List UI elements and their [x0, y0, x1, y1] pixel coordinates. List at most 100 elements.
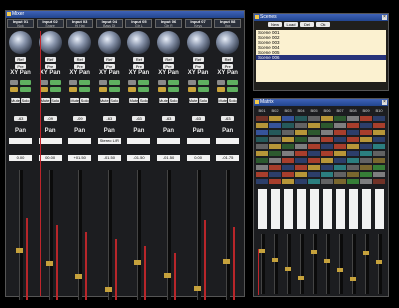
gain-knob[interactable]	[157, 31, 180, 54]
route-button[interactable]	[321, 158, 333, 163]
route-button[interactable]	[347, 151, 359, 156]
value-field[interactable]: -63	[162, 116, 175, 121]
route-button[interactable]	[347, 116, 359, 121]
route-button[interactable]	[256, 179, 268, 184]
arm-button[interactable]	[10, 87, 18, 92]
gain-knob[interactable]	[97, 31, 121, 54]
route-button[interactable]	[308, 172, 320, 177]
solo-button[interactable]	[20, 80, 31, 85]
bus-name-strip[interactable]	[310, 189, 319, 229]
route-button[interactable]	[282, 172, 294, 177]
arm-button[interactable]	[128, 87, 137, 92]
monitor-button[interactable]	[20, 87, 31, 92]
route-button[interactable]	[282, 130, 294, 135]
route-button[interactable]	[347, 130, 359, 135]
route-button[interactable]	[334, 130, 346, 135]
mode-field[interactable]: Stereo L/R	[97, 138, 121, 144]
route-button[interactable]	[334, 123, 346, 128]
bus-fader-handle[interactable]	[324, 259, 330, 263]
bus-fader-track[interactable]	[378, 234, 382, 294]
route-button[interactable]	[347, 144, 359, 149]
route-button[interactable]	[334, 165, 346, 170]
route-button[interactable]	[373, 137, 385, 142]
route-button[interactable]	[373, 158, 385, 163]
route-button[interactable]	[308, 144, 320, 149]
monitor-button[interactable]	[108, 87, 120, 92]
solo-button[interactable]	[49, 80, 61, 85]
channel-header[interactable]: Input 01 Kick	[7, 19, 34, 28]
fader-handle[interactable]	[75, 274, 83, 279]
solo-button[interactable]	[168, 80, 179, 85]
route-button[interactable]	[321, 116, 333, 121]
mode-field[interactable]	[186, 138, 210, 144]
mute-button[interactable]	[187, 80, 196, 85]
route-button[interactable]	[373, 179, 385, 184]
pre-button[interactable]: Pre	[44, 64, 56, 69]
bus-fader-handle[interactable]	[259, 249, 265, 253]
route-button[interactable]	[360, 130, 372, 135]
route-button[interactable]	[295, 116, 307, 121]
route-button[interactable]	[360, 116, 372, 121]
bus-fader-track[interactable]	[287, 234, 291, 294]
mode-field[interactable]	[216, 138, 240, 144]
route-button[interactable]	[347, 158, 359, 163]
mute-toggle[interactable]: Mute	[188, 98, 198, 103]
bus-fader-handle[interactable]	[376, 260, 382, 264]
mute-button[interactable]	[128, 80, 137, 85]
bus-name-strip[interactable]	[375, 189, 384, 229]
fader-track[interactable]	[19, 170, 23, 300]
route-button[interactable]	[321, 151, 333, 156]
route-button[interactable]	[269, 116, 281, 121]
route-button[interactable]	[269, 172, 281, 177]
bus-fader-track[interactable]	[261, 234, 265, 294]
ref-button[interactable]: Ref	[133, 57, 145, 62]
route-button[interactable]	[269, 179, 281, 184]
bus-name-strip[interactable]	[336, 189, 345, 229]
mute-button[interactable]	[69, 80, 78, 85]
route-button[interactable]	[269, 144, 281, 149]
route-button[interactable]	[321, 130, 333, 135]
pre-button[interactable]: Pre	[192, 64, 204, 69]
solo-toggle[interactable]: Solo	[80, 98, 90, 103]
value-field[interactable]: -09	[43, 116, 57, 121]
route-button[interactable]	[308, 123, 320, 128]
route-button[interactable]	[269, 158, 281, 163]
solo-button[interactable]	[138, 80, 150, 85]
bus-name-strip[interactable]	[323, 189, 332, 229]
route-button[interactable]	[308, 179, 320, 184]
route-button[interactable]	[282, 165, 294, 170]
close-icon[interactable]: ×	[382, 100, 387, 105]
mode-field[interactable]	[68, 138, 92, 144]
mute-button[interactable]	[158, 80, 166, 85]
route-button[interactable]	[347, 137, 359, 142]
bus-fader-track[interactable]	[365, 234, 369, 294]
gain-knob[interactable]	[9, 31, 32, 54]
route-button[interactable]	[256, 158, 268, 163]
route-button[interactable]	[347, 179, 359, 184]
mute-toggle[interactable]: Mute	[129, 98, 139, 103]
pre-button[interactable]: Pre	[222, 64, 234, 69]
route-button[interactable]	[360, 172, 372, 177]
solo-toggle[interactable]: Solo	[50, 98, 60, 103]
route-button[interactable]	[347, 172, 359, 177]
route-button[interactable]	[282, 144, 294, 149]
route-button[interactable]	[256, 151, 268, 156]
route-button[interactable]	[256, 165, 268, 170]
route-button[interactable]	[269, 137, 281, 142]
pre-button[interactable]: Pre	[15, 64, 26, 69]
route-button[interactable]	[269, 123, 281, 128]
monitor-button[interactable]	[49, 87, 61, 92]
route-button[interactable]	[373, 116, 385, 121]
fader-track[interactable]	[107, 170, 112, 300]
route-button[interactable]	[269, 130, 281, 135]
route-button[interactable]	[282, 123, 294, 128]
route-button[interactable]	[295, 179, 307, 184]
solo-button[interactable]	[108, 80, 120, 85]
scenes-titlebar[interactable]: Scenes ×	[254, 14, 388, 21]
route-button[interactable]	[334, 151, 346, 156]
bus-name-strip[interactable]	[362, 189, 371, 229]
solo-toggle[interactable]: Solo	[109, 98, 119, 103]
scene-ok-button[interactable]: Ok	[316, 22, 330, 27]
route-button[interactable]	[282, 137, 294, 142]
route-button[interactable]	[360, 158, 372, 163]
